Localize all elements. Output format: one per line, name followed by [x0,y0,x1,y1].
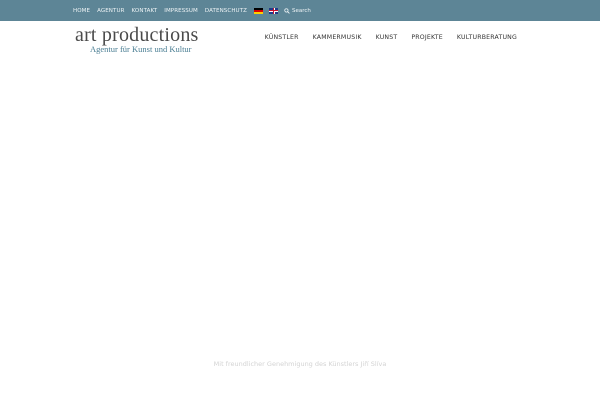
nav-agentur-link[interactable]: AGENTUR [97,8,124,14]
menu-kammermusik[interactable]: KAMMERMUSIK [313,34,362,41]
menu-kunst[interactable]: KUNST [376,34,398,41]
search-box [284,7,353,14]
nav-datenschutz-link[interactable]: DATENSCHUTZ [205,8,247,14]
top-bar: HOME AGENTUR KONTAKT IMPRESSUM DATENSCHU… [0,0,600,21]
nav-kontakt-link[interactable]: KONTAKT [132,8,158,14]
nav-home-link[interactable]: HOME [73,8,90,14]
site-logo[interactable]: art productions Agentur für Kunst und Ku… [75,24,205,54]
image-credit-caption: Mit freundlicher Genehmigung des Künstle… [213,360,387,368]
german-flag-icon[interactable] [254,7,264,14]
search-icon[interactable] [284,7,290,14]
menu-kulturberatung[interactable]: KULTURBERATUNG [457,34,517,41]
menu-projekte[interactable]: PROJEKTE [411,34,443,41]
search-input[interactable] [292,7,353,14]
menu-kuenstler[interactable]: KÜNSTLER [265,34,299,41]
top-navigation: HOME AGENTUR KONTAKT IMPRESSUM DATENSCHU… [73,0,353,21]
logo-subtitle: Agentur für Kunst und Kultur [90,44,192,54]
logo-title: art productions [75,24,199,46]
nav-impressum-link[interactable]: IMPRESSUM [164,8,198,14]
english-flag-icon[interactable] [269,7,279,14]
main-navigation: KÜNSTLER KAMMERMUSIK KUNST PROJEKTE KULT… [251,34,517,41]
